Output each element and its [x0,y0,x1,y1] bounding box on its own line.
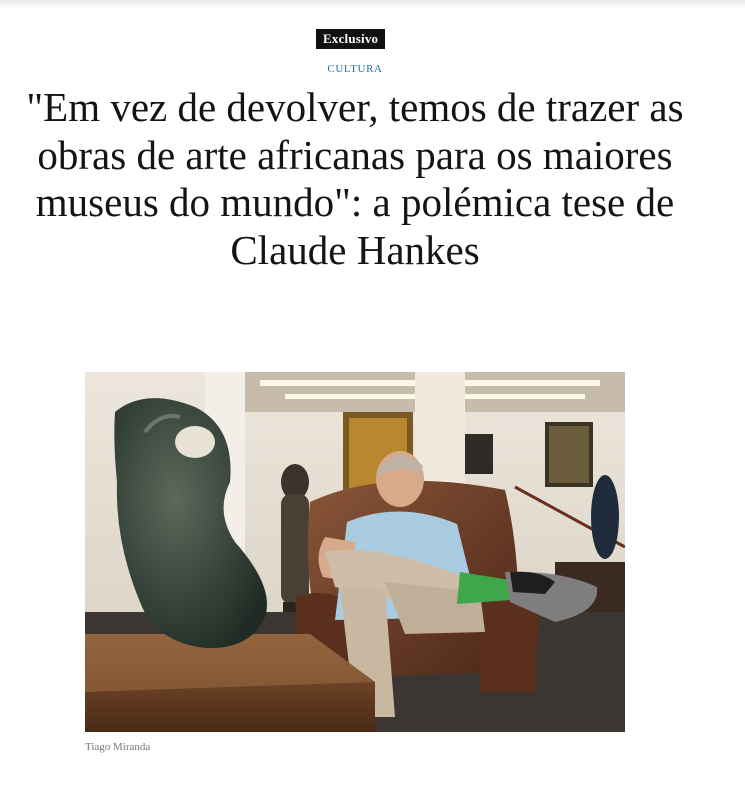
top-bar-shadow [0,0,745,8]
photo-credit: Tiago Miranda [85,741,151,753]
article-headline: "Em vez de devolver, temos de trazer as … [26,84,684,273]
article-photo[interactable] [85,372,625,732]
exclusive-badge: Exclusivo [316,29,386,49]
section-link[interactable]: CULTURA [0,63,710,75]
